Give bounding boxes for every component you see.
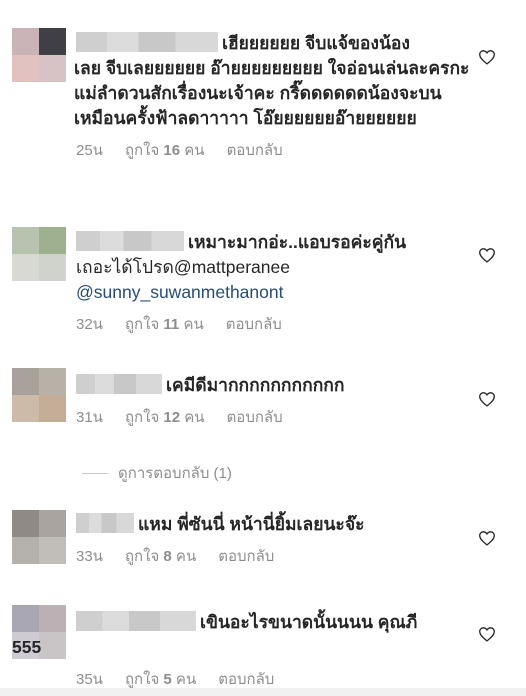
- comment-meta: 33น ถูกใจ 8 คน ตอบกลับ: [76, 544, 472, 568]
- username-redacted[interactable]: [76, 374, 162, 394]
- comment-text: เหมาะมากอ่ะ..แอบรอค่ะคู่กัน เถอะได้โปรด@…: [76, 230, 472, 305]
- comment-likes[interactable]: ถูกใจ 11 คน: [125, 312, 204, 336]
- username-redacted[interactable]: [76, 611, 196, 631]
- comment-time: 32น: [76, 316, 103, 333]
- comment-time: 25น: [76, 142, 103, 159]
- heart-outline-icon[interactable]: [478, 530, 496, 546]
- comment-text: แหม พี่ซันนี่ หน้านี่ยิ้มเลยนะจ๊ะ: [76, 512, 472, 537]
- username-redacted[interactable]: [76, 32, 218, 52]
- heart-outline-icon[interactable]: [478, 626, 496, 642]
- comment-likes[interactable]: ถูกใจ 8 คน: [125, 544, 196, 568]
- avatar[interactable]: [12, 510, 66, 564]
- comment-text: เฮียยยยยย จีบแจ้ของน้อง เลย จีบเลยยยยยย …: [74, 32, 470, 128]
- comment-meta: 25น ถูกใจ 16 คน ตอบกลับ: [76, 138, 472, 162]
- heart-outline-icon[interactable]: [478, 49, 496, 65]
- comment-meta: 32น ถูกใจ 11 คน ตอบกลับ: [76, 312, 472, 336]
- comment-text: เขินอะไรขนาดนั้นนนน คุณภี 555: [12, 611, 418, 657]
- comment-likes[interactable]: ถูกใจ 16 คน: [125, 138, 205, 162]
- comment-time: 33น: [76, 548, 103, 565]
- comment-meta: 31น ถูกใจ 12 คน ตอบกลับ: [76, 405, 472, 429]
- reply-button[interactable]: ตอบกลับ: [226, 312, 282, 336]
- reply-button[interactable]: ตอบกลับ: [227, 138, 283, 162]
- divider: [82, 472, 108, 474]
- reply-button[interactable]: ตอบกลับ: [218, 544, 274, 568]
- username-redacted[interactable]: [76, 231, 184, 251]
- username-redacted[interactable]: [76, 513, 134, 533]
- view-replies-button[interactable]: ดูการตอบกลับ (1): [82, 461, 232, 485]
- comment-likes[interactable]: ถูกใจ 12 คน: [125, 405, 205, 429]
- avatar[interactable]: [12, 368, 66, 422]
- bottom-edge: [0, 688, 526, 696]
- comment-time: 31น: [76, 409, 103, 426]
- avatar[interactable]: [12, 227, 66, 281]
- comment-text: เคมีดีมากกกกกกกกกกก: [76, 373, 472, 398]
- reply-button[interactable]: ตอบกลับ: [227, 405, 283, 429]
- mention-link[interactable]: @sunny_suwanmethanont: [76, 280, 472, 305]
- heart-outline-icon[interactable]: [478, 391, 496, 407]
- avatar[interactable]: [12, 28, 66, 82]
- heart-outline-icon[interactable]: [478, 247, 496, 263]
